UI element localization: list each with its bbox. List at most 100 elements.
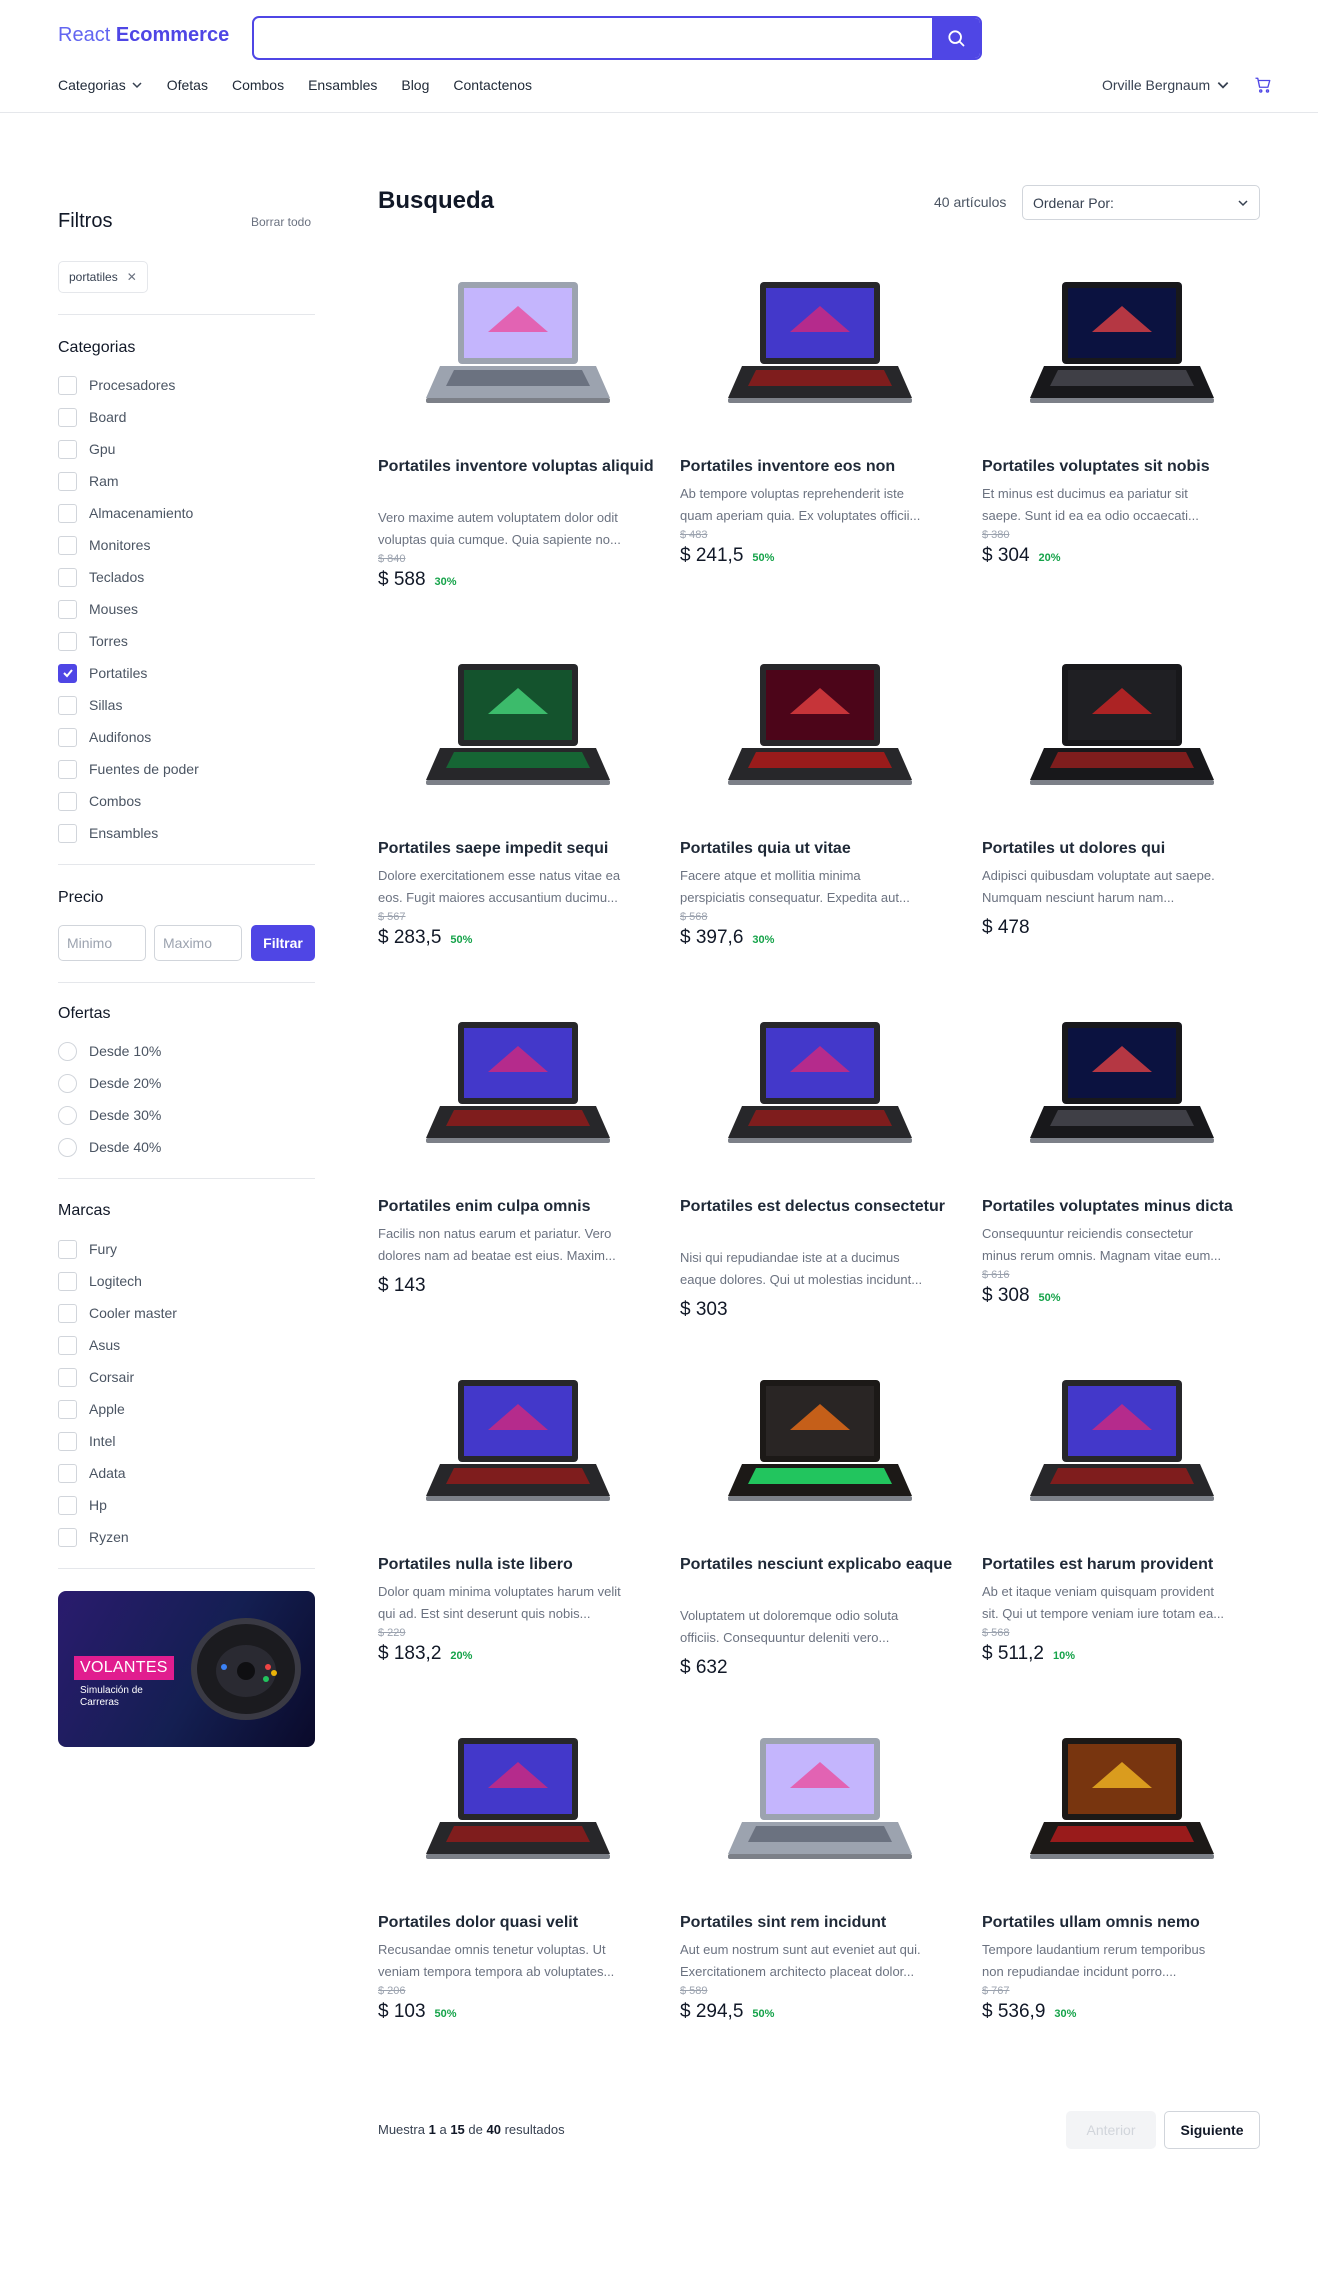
checkbox[interactable] [58,439,77,459]
brand-option[interactable]: Ryzen [58,1521,177,1553]
checkbox[interactable] [58,1399,77,1419]
product-name[interactable]: Portatiles enim culpa omnis [378,1195,658,1219]
category-option[interactable]: Almacenamiento [58,497,199,529]
checkbox[interactable] [58,1335,77,1355]
category-option[interactable]: Ensambles [58,817,199,849]
checkbox[interactable] [58,1271,77,1291]
nav-combos[interactable]: Combos [232,77,284,93]
product-name[interactable]: Portatiles ut dolores qui [982,837,1262,861]
checkbox[interactable] [58,1239,77,1259]
product-name[interactable]: Portatiles inventore voluptas aliquid [378,455,658,479]
close-icon[interactable]: ✕ [127,270,137,284]
category-option[interactable]: Sillas [58,689,199,721]
sort-select[interactable]: Ordenar Por: [1022,185,1260,220]
checkbox[interactable] [58,1367,77,1387]
product-image[interactable] [720,1010,920,1155]
checkbox[interactable] [58,471,77,491]
product-image[interactable] [418,270,618,415]
checkbox[interactable] [58,375,77,395]
brand-option[interactable]: Logitech [58,1265,177,1297]
checkbox[interactable] [58,407,77,427]
category-option[interactable]: Torres [58,625,199,657]
radio[interactable] [58,1073,77,1093]
radio[interactable] [58,1105,77,1125]
product-name[interactable]: Portatiles est harum provident [982,1553,1262,1577]
checkbox[interactable] [58,823,77,843]
category-option[interactable]: Teclados [58,561,199,593]
next-page-button[interactable]: Siguiente [1164,2111,1260,2149]
brand-option[interactable]: Intel [58,1425,177,1457]
brand-option[interactable]: Asus [58,1329,177,1361]
nav-categorias[interactable]: Categorias [58,77,143,93]
product-image[interactable] [418,1368,618,1513]
checkbox[interactable] [58,567,77,587]
product-name[interactable]: Portatiles ullam omnis nemo [982,1911,1262,1935]
product-image[interactable] [720,270,920,415]
product-image[interactable] [720,1726,920,1871]
product-image[interactable] [418,1010,618,1155]
offer-option[interactable]: Desde 40% [58,1131,161,1163]
category-option[interactable]: Gpu [58,433,199,465]
product-image[interactable] [1022,652,1222,797]
active-filter-chip[interactable]: portatiles ✕ [58,261,148,293]
search-input[interactable] [254,18,934,58]
radio[interactable] [58,1041,77,1061]
radio[interactable] [58,1137,77,1157]
product-image[interactable] [418,652,618,797]
previous-page-button[interactable]: Anterior [1066,2111,1156,2149]
product-name[interactable]: Portatiles voluptates sit nobis [982,455,1262,479]
checkbox[interactable] [58,1463,77,1483]
user-menu[interactable]: Orville Bergnaum [1102,77,1230,93]
category-option[interactable]: Monitores [58,529,199,561]
checkbox[interactable] [58,695,77,715]
checkbox[interactable] [58,535,77,555]
nav-ensambles[interactable]: Ensambles [308,77,377,93]
checkbox[interactable] [58,1431,77,1451]
offer-option[interactable]: Desde 30% [58,1099,161,1131]
product-name[interactable]: Portatiles sint rem incidunt [680,1911,960,1935]
checkbox[interactable] [58,663,77,683]
product-image[interactable] [1022,270,1222,415]
category-option[interactable]: Procesadores [58,369,199,401]
category-option[interactable]: Board [58,401,199,433]
brand-option[interactable]: Apple [58,1393,177,1425]
price-min-input[interactable] [58,925,146,961]
checkbox[interactable] [58,503,77,523]
product-image[interactable] [1022,1368,1222,1513]
product-name[interactable]: Portatiles voluptates minus dicta [982,1195,1262,1219]
checkbox[interactable] [58,759,77,779]
product-name[interactable]: Portatiles quia ut vitae [680,837,960,861]
checkbox[interactable] [58,599,77,619]
offer-option[interactable]: Desde 10% [58,1035,161,1067]
brand-option[interactable]: Fury [58,1233,177,1265]
product-name[interactable]: Portatiles inventore eos non [680,455,960,479]
product-image[interactable] [720,1368,920,1513]
checkbox[interactable] [58,727,77,747]
checkbox[interactable] [58,1495,77,1515]
nav-contactenos[interactable]: Contactenos [453,77,532,93]
category-option[interactable]: Portatiles [58,657,199,689]
promo-banner[interactable]: VOLANTES Simulación de Carreras [58,1591,315,1747]
nav-ofertas[interactable]: Ofetas [167,77,208,93]
nav-blog[interactable]: Blog [401,77,429,93]
clear-all-button[interactable]: Borrar todo [251,215,311,229]
offer-option[interactable]: Desde 20% [58,1067,161,1099]
product-name[interactable]: Portatiles nulla iste libero [378,1553,658,1577]
checkbox[interactable] [58,631,77,651]
brand-option[interactable]: Cooler master [58,1297,177,1329]
logo[interactable]: React Ecommerce [58,24,229,47]
brand-option[interactable]: Adata [58,1457,177,1489]
checkbox[interactable] [58,1303,77,1323]
product-image[interactable] [1022,1010,1222,1155]
product-image[interactable] [1022,1726,1222,1871]
product-name[interactable]: Portatiles nesciunt explicabo eaque [680,1553,960,1577]
search-button[interactable] [932,18,980,58]
cart-button[interactable] [1254,76,1272,99]
product-image[interactable] [418,1726,618,1871]
category-option[interactable]: Ram [58,465,199,497]
product-name[interactable]: Portatiles saepe impedit sequi [378,837,658,861]
filter-button[interactable]: Filtrar [251,925,315,961]
checkbox[interactable] [58,791,77,811]
category-option[interactable]: Audifonos [58,721,199,753]
product-name[interactable]: Portatiles est delectus consectetur [680,1195,960,1219]
